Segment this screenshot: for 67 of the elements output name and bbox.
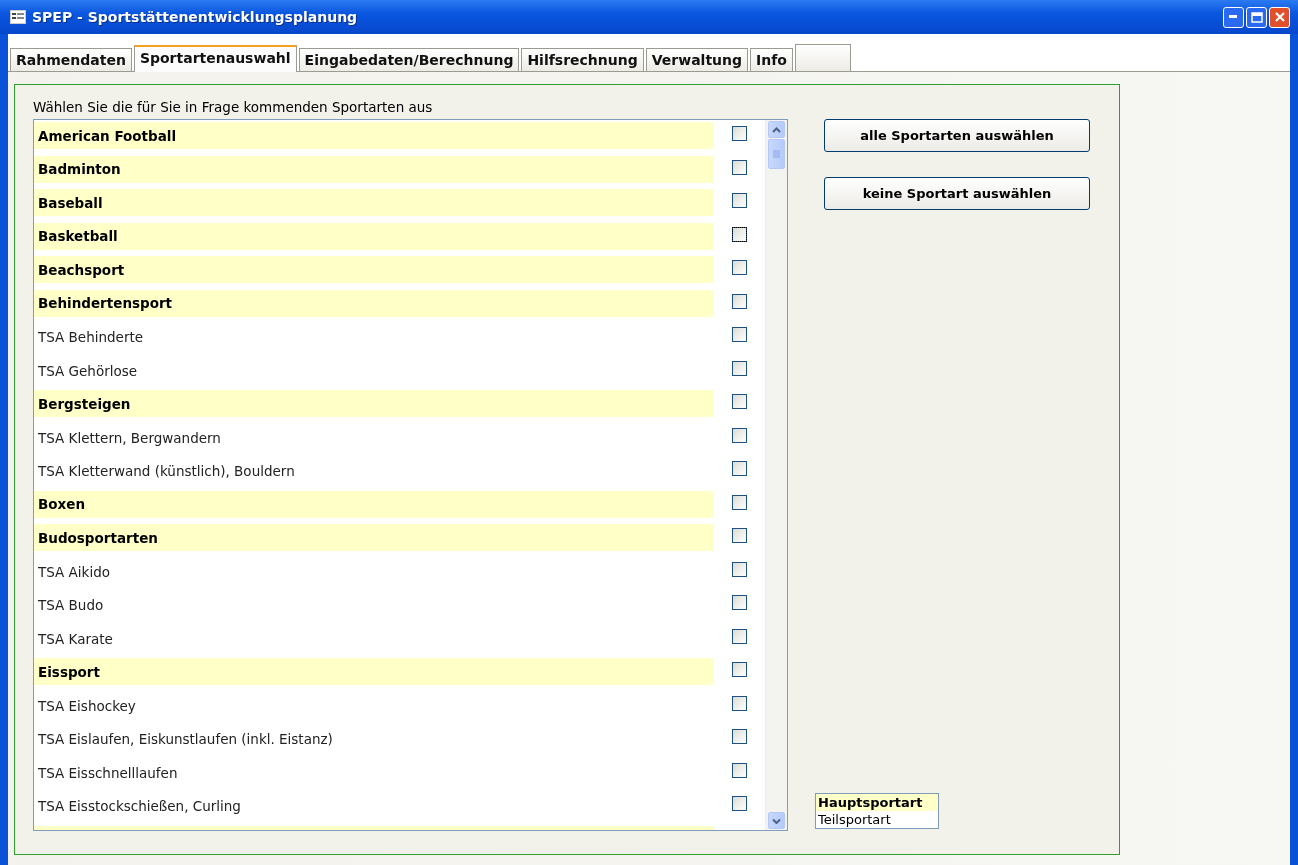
main-sport-label: Behindertensport [34,289,714,317]
checkbox[interactable] [731,494,747,510]
tab[interactable]: Info [750,48,793,71]
scrollbar[interactable] [765,120,787,830]
select-button[interactable]: keine Sportart auswählen [824,177,1090,210]
scroll-thumb[interactable] [768,139,785,169]
chevron-down-icon [772,817,781,824]
main-sport-label: Beachsport [34,256,714,283]
sub-sport-label: TSA Eislaufen, Eiskunstlaufen (inkl. Eistanz) [37,730,334,749]
main-sport-label: Eissport [34,658,714,685]
checkbox[interactable] [731,327,747,342]
close-icon [1273,11,1286,23]
tab[interactable]: Eingabedaten/Berechnung [298,48,520,71]
checkbox[interactable] [731,360,747,376]
main-sport-label: Boxen [34,490,714,518]
minimize-button[interactable] [1223,6,1244,28]
checkbox[interactable] [731,729,747,744]
maximize-button[interactable] [1246,6,1267,28]
sub-sport-label: TSA Eisstockschießen, Curling [37,797,242,816]
sub-sport-label: TSA Aikido [37,562,111,582]
main-sport-label: Basketball [34,222,714,250]
checkbox[interactable] [731,427,747,443]
checkbox[interactable] [731,193,747,208]
checkbox[interactable] [731,628,747,644]
select-button[interactable]: alle Sportarten auswählen [824,119,1090,152]
checkbox[interactable] [731,762,747,778]
checkbox[interactable] [731,796,747,811]
sub-sport-label: TSA Budo [37,596,105,615]
main-sport-label: Budosportarten [34,524,714,551]
sub-sport-label: TSA Behinderte [37,328,145,347]
checkbox[interactable] [731,126,747,141]
chevron-up-icon [772,126,781,133]
tab[interactable]: Hilfsrechnung [521,48,644,71]
checkbox[interactable] [731,293,747,309]
checkbox[interactable] [731,461,747,476]
tab[interactable]: Sportartenauswahl [133,45,297,72]
tab[interactable]: Rahmendaten [10,48,132,71]
sub-sport-label: TSA Eishockey [37,696,137,716]
legend-label: Hauptsportart [816,794,938,811]
checkbox[interactable] [731,226,747,242]
main-sport-label: Baseball [34,189,714,216]
checkbox[interactable] [731,159,747,175]
main-sport-label: Bergsteigen [34,390,714,417]
main-sport-label: American Football [34,122,714,149]
maximize-icon [1250,11,1263,23]
checkbox[interactable] [731,561,747,577]
checkbox[interactable] [731,394,747,409]
form-icon [10,10,26,24]
checkbox[interactable] [731,695,747,711]
minimize-icon [1229,15,1238,19]
instruction-text: Wählen Sie die für Sie in Frage kommenden Sportarten aus [33,99,434,115]
checkbox[interactable] [731,528,747,543]
checkbox[interactable] [731,260,747,275]
close-button[interactable] [1269,6,1290,28]
legend-label: Teilsportart [817,811,892,828]
checkbox[interactable] [731,595,747,610]
sub-sport-label: TSA Kletterwand (künstlich), Bouldern [37,462,296,481]
sub-sport-label: TSA Klettern, Bergwandern [37,428,222,448]
scroll-down-button[interactable] [768,812,785,829]
tab[interactable]: Verwaltung [645,48,749,71]
window-title: SPEP - Sportstättenentwicklungsplanung [32,9,359,25]
sub-sport-label: TSA Karate [37,629,114,649]
checkbox[interactable] [731,662,747,677]
sub-sport-label: TSA Eisschnelllaufen [37,763,179,783]
scroll-up-button[interactable] [768,121,785,138]
main-sport-label: Badminton [34,155,714,183]
sub-sport-label: TSA Gehörlose [37,361,139,381]
